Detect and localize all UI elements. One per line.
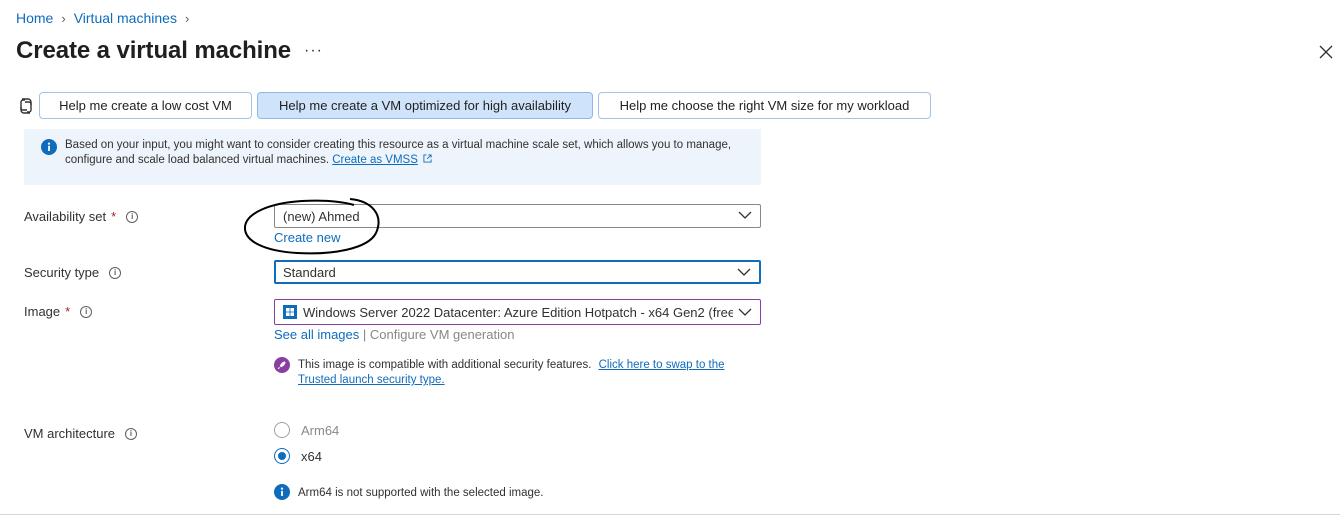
image-label: Image * i	[24, 304, 93, 319]
vmss-info-banner: Based on your input, you might want to c…	[24, 129, 761, 185]
chevron-down-icon	[738, 211, 752, 219]
arm64-unsupported-note: Arm64 is not supported with the selected…	[298, 487, 544, 499]
see-all-images-link[interactable]: See all images	[274, 327, 359, 342]
copilot-icon	[20, 98, 32, 114]
close-icon[interactable]	[1316, 42, 1336, 62]
chevron-down-icon	[737, 268, 751, 276]
x64-radio[interactable]	[274, 448, 290, 464]
create-as-vmss-link[interactable]: Create as VMSS	[332, 154, 418, 166]
swap-trusted-launch-link[interactable]: Click here to swap to the	[599, 359, 725, 371]
chevron-right-icon: ›	[184, 10, 190, 26]
circle-annotation	[243, 198, 380, 255]
external-link-icon	[423, 154, 432, 163]
configure-vm-generation-link: Configure VM generation	[369, 327, 515, 342]
security-type-dropdown[interactable]: Standard	[274, 260, 761, 284]
info-icon[interactable]: i	[80, 305, 93, 318]
info-icon[interactable]: i	[125, 427, 138, 440]
arm64-radio[interactable]	[274, 422, 290, 438]
info-icon[interactable]: i	[126, 210, 139, 223]
chevron-down-icon	[738, 308, 752, 316]
divider	[0, 514, 1340, 515]
copilot-right-size-button[interactable]: Help me choose the right VM size for my …	[598, 92, 931, 119]
trusted-launch-link[interactable]: Trusted launch security type.	[298, 374, 445, 386]
breadcrumb-virtual-machines-link[interactable]: Virtual machines	[74, 10, 177, 26]
copilot-high-availability-button[interactable]: Help me create a VM optimized for high a…	[257, 92, 593, 119]
x64-label: x64	[301, 449, 322, 464]
info-icon[interactable]: i	[109, 266, 122, 279]
vm-architecture-label: VM architecture i	[24, 426, 138, 441]
breadcrumb-home-link[interactable]: Home	[16, 10, 53, 26]
more-options-icon[interactable]: ···	[304, 42, 323, 60]
breadcrumb: Home › Virtual machines ›	[16, 10, 197, 26]
image-links: See all images | Configure VM generation	[274, 327, 514, 342]
trusted-launch-note: This image is compatible with additional…	[298, 359, 725, 386]
windows-icon	[283, 305, 297, 319]
security-type-label: Security type i	[24, 265, 122, 280]
arm64-label: Arm64	[301, 423, 340, 438]
copilot-low-cost-button[interactable]: Help me create a low cost VM	[39, 92, 252, 119]
info-icon	[274, 484, 290, 500]
banner-text: Based on your input, you might want to c…	[65, 138, 745, 168]
separator: |	[362, 327, 367, 342]
chevron-right-icon: ›	[61, 10, 66, 26]
image-dropdown[interactable]: Windows Server 2022 Datacenter: Azure Ed…	[274, 299, 761, 325]
page-title: Create a virtual machine	[16, 37, 292, 64]
rocket-icon	[274, 357, 290, 373]
info-icon	[41, 139, 57, 155]
availability-set-label: Availability set * i	[24, 209, 139, 224]
